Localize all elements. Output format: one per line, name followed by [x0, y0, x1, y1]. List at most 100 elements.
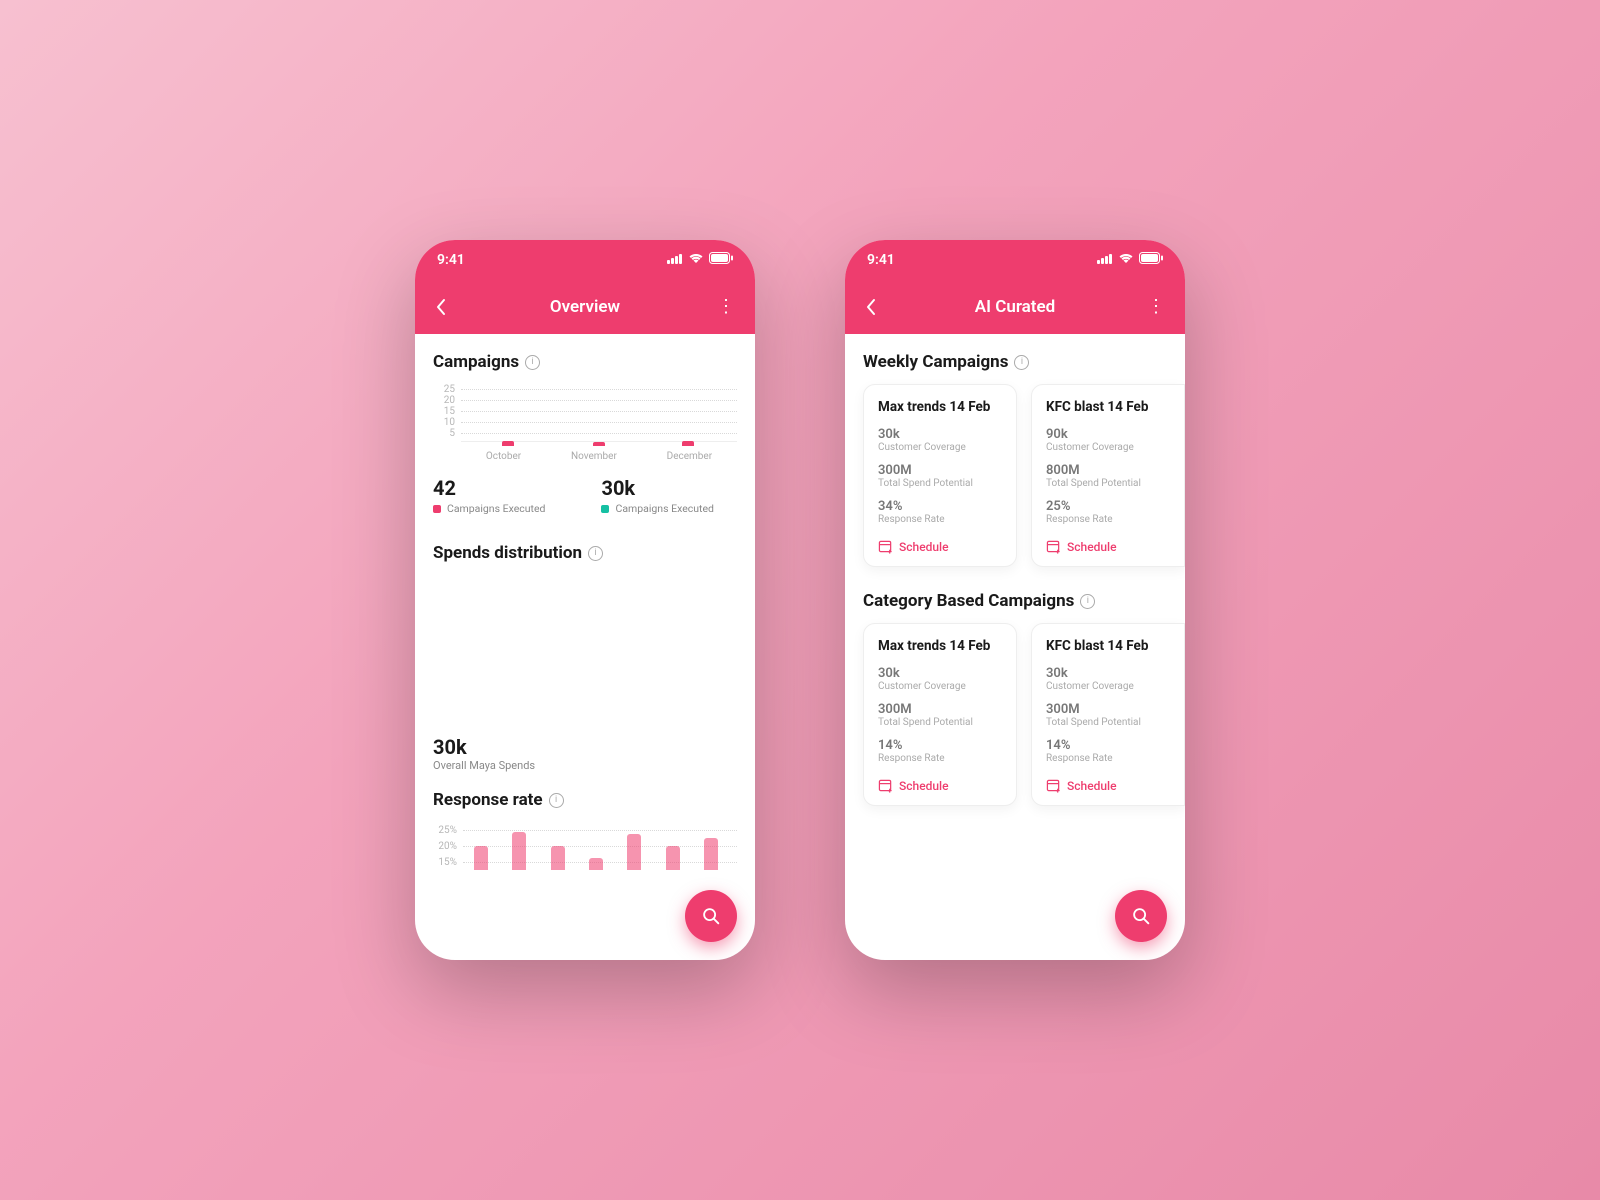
category-section-title: Category Based Campaigns i — [863, 591, 1167, 611]
back-button[interactable] — [859, 292, 883, 322]
x-label: October — [486, 451, 521, 462]
x-label: November — [571, 451, 617, 462]
coverage-value: 30k — [1046, 666, 1170, 681]
more-button[interactable]: ⋮ — [1141, 298, 1171, 315]
wifi-icon — [688, 252, 704, 268]
spend-label: Total Spend Potential — [1046, 478, 1170, 489]
spend-value: 300M — [878, 463, 1002, 478]
x-axis-labels: October November December — [461, 451, 737, 462]
stat-executed-2: 30k Campaigns Executed — [601, 476, 713, 515]
coverage-value: 90k — [1046, 427, 1170, 442]
schedule-label: Schedule — [899, 779, 949, 793]
spend-value: 300M — [1046, 702, 1170, 717]
search-fab[interactable] — [1115, 890, 1167, 942]
battery-icon — [1139, 252, 1163, 268]
category-title-text: Category Based Campaigns — [863, 591, 1074, 611]
info-icon[interactable]: i — [549, 793, 564, 808]
nav-bar: AI Curated ⋮ — [845, 280, 1185, 334]
spends-stat: 30k Overall Maya Spends — [433, 735, 737, 772]
calendar-icon — [878, 539, 893, 554]
schedule-label: Schedule — [1067, 779, 1117, 793]
spends-title-text: Spends distribution — [433, 543, 582, 563]
schedule-label: Schedule — [899, 540, 949, 554]
stat-2-value: 30k — [601, 476, 713, 500]
weekly-cards: Max trends 14 Feb 30kCustomer Coverage 3… — [863, 384, 1167, 567]
y-tick: 10 — [433, 417, 455, 428]
spend-value: 800M — [1046, 463, 1170, 478]
schedule-button[interactable]: Schedule — [1046, 539, 1170, 554]
stat-1-value: 42 — [433, 476, 545, 500]
campaign-stats: 42 Campaigns Executed 30k Campaigns Exec… — [433, 476, 737, 515]
page-title: Overview — [550, 297, 620, 317]
calendar-icon — [1046, 778, 1061, 793]
rate-label: Response Rate — [878, 514, 1002, 525]
coverage-value: 30k — [878, 666, 1002, 681]
spends-label: Overall Maya Spends — [433, 759, 737, 772]
campaigns-title-text: Campaigns — [433, 352, 519, 372]
search-icon — [700, 905, 722, 927]
spend-label: Total Spend Potential — [878, 717, 1002, 728]
response-title-text: Response rate — [433, 790, 543, 810]
stat-2-label: Campaigns Executed — [615, 502, 713, 515]
weekly-section-title: Weekly Campaigns i — [863, 352, 1167, 372]
y-tick: 5 — [433, 428, 455, 439]
phone-ai-curated: 9:41 AI Curated ⋮ Weekly Campaigns i Ma — [845, 240, 1185, 960]
rate-value: 25% — [1046, 499, 1170, 514]
y-tick: 15 — [433, 406, 455, 417]
schedule-button[interactable]: Schedule — [878, 539, 1002, 554]
card-title: KFC blast 14 Feb — [1046, 638, 1170, 654]
page-title: AI Curated — [975, 297, 1055, 317]
back-button[interactable] — [429, 292, 453, 322]
y-tick: 15% — [433, 857, 457, 868]
info-icon[interactable]: i — [1080, 594, 1095, 609]
info-icon[interactable]: i — [1014, 355, 1029, 370]
calendar-icon — [1046, 539, 1061, 554]
coverage-label: Customer Coverage — [1046, 681, 1170, 692]
category-cards: Max trends 14 Feb 30kCustomer Coverage 3… — [863, 623, 1167, 806]
nav-bar: Overview ⋮ — [415, 280, 755, 334]
signal-icon — [667, 252, 683, 268]
status-indicators — [667, 252, 733, 268]
card-title: KFC blast 14 Feb — [1046, 399, 1170, 415]
more-button[interactable]: ⋮ — [711, 298, 741, 315]
coverage-label: Customer Coverage — [878, 681, 1002, 692]
schedule-label: Schedule — [1067, 540, 1117, 554]
status-bar: 9:41 — [845, 240, 1185, 280]
campaign-card[interactable]: Max trends 14 Feb 30kCustomer Coverage 3… — [863, 623, 1017, 806]
coverage-label: Customer Coverage — [878, 442, 1002, 453]
response-bars — [463, 822, 737, 870]
response-chart: 25% 20% 15% — [433, 822, 737, 870]
legend-dot-teal — [601, 505, 609, 513]
info-icon[interactable]: i — [588, 546, 603, 561]
schedule-button[interactable]: Schedule — [878, 778, 1002, 793]
rate-value: 34% — [878, 499, 1002, 514]
campaign-card[interactable]: KFC blast 14 Feb 30kCustomer Coverage 30… — [1031, 623, 1185, 806]
card-title: Max trends 14 Feb — [878, 399, 1002, 415]
y-tick: 20 — [433, 395, 455, 406]
phone-overview: 9:41 Overview ⋮ Campaigns i 25 20 — [415, 240, 755, 960]
campaign-card[interactable]: Max trends 14 Feb 30kCustomer Coverage 3… — [863, 384, 1017, 567]
content-area: Campaigns i 25 20 15 10 5 October Novemb… — [415, 334, 755, 960]
campaign-card[interactable]: KFC blast 14 Feb 90kCustomer Coverage 80… — [1031, 384, 1185, 567]
search-icon — [1130, 905, 1152, 927]
content-area: Weekly Campaigns i Max trends 14 Feb 30k… — [845, 334, 1185, 960]
card-title: Max trends 14 Feb — [878, 638, 1002, 654]
battery-icon — [709, 252, 733, 268]
spend-value: 300M — [878, 702, 1002, 717]
search-fab[interactable] — [685, 890, 737, 942]
campaigns-bars — [461, 441, 737, 447]
campaigns-chart: 25 20 15 10 5 October November December — [433, 384, 737, 462]
status-time: 9:41 — [437, 252, 465, 268]
status-bar: 9:41 — [415, 240, 755, 280]
info-icon[interactable]: i — [525, 355, 540, 370]
stat-executed-1: 42 Campaigns Executed — [433, 476, 545, 515]
rate-value: 14% — [878, 738, 1002, 753]
y-tick: 20% — [433, 841, 457, 852]
status-time: 9:41 — [867, 252, 895, 268]
legend-dot-pink — [433, 505, 441, 513]
wifi-icon — [1118, 252, 1134, 268]
weekly-title-text: Weekly Campaigns — [863, 352, 1008, 372]
spends-chart-area — [433, 575, 737, 735]
coverage-label: Customer Coverage — [1046, 442, 1170, 453]
schedule-button[interactable]: Schedule — [1046, 778, 1170, 793]
